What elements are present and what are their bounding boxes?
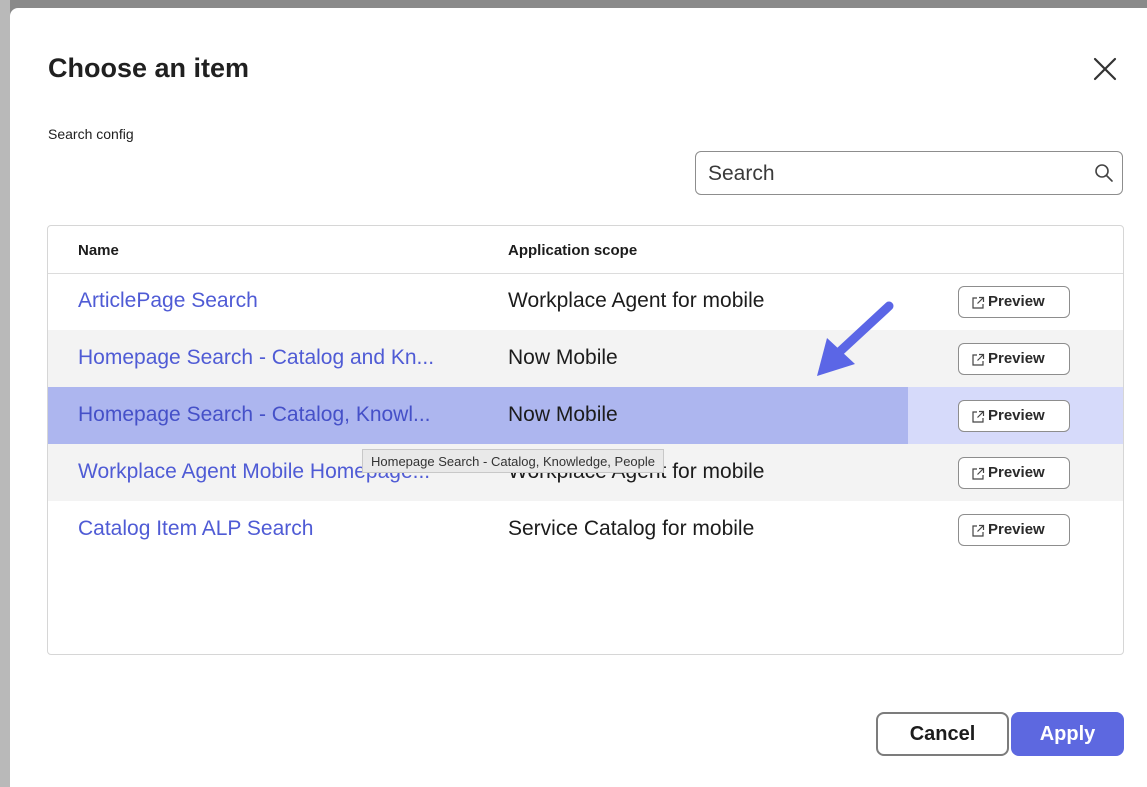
item-scope: Workplace Agent for mobile bbox=[508, 289, 765, 312]
preview-label: Preview bbox=[988, 464, 1045, 481]
items-table: Name Application scope ArticlePage Searc… bbox=[47, 225, 1124, 655]
table-row-selected[interactable]: Homepage Search - Catalog, Knowl... Now … bbox=[48, 387, 1123, 444]
column-header-application-scope: Application scope bbox=[508, 242, 638, 259]
preview-label: Preview bbox=[988, 521, 1045, 538]
cancel-button[interactable]: Cancel bbox=[876, 712, 1009, 756]
item-scope: Now Mobile bbox=[508, 403, 618, 426]
preview-label: Preview bbox=[988, 293, 1045, 310]
table-row[interactable]: ArticlePage Search Workplace Agent for m… bbox=[48, 273, 1123, 330]
preview-button[interactable]: Preview bbox=[958, 514, 1070, 546]
external-link-icon bbox=[971, 467, 985, 481]
item-name-link[interactable]: ArticlePage Search bbox=[78, 289, 478, 313]
choose-item-dialog: Choose an item Search config Name Applic… bbox=[10, 8, 1147, 787]
item-scope: Service Catalog for mobile bbox=[508, 517, 755, 540]
table-row[interactable]: Homepage Search - Catalog and Kn... Now … bbox=[48, 330, 1123, 387]
preview-button[interactable]: Preview bbox=[958, 400, 1070, 432]
preview-button[interactable]: Preview bbox=[958, 457, 1070, 489]
preview-button[interactable]: Preview bbox=[958, 343, 1070, 375]
preview-label: Preview bbox=[988, 350, 1045, 367]
item-name-link[interactable]: Homepage Search - Catalog, Knowl... bbox=[78, 403, 478, 427]
search-icon[interactable] bbox=[1094, 163, 1114, 183]
table-header: Name Application scope bbox=[48, 226, 1123, 274]
column-header-name: Name bbox=[78, 242, 119, 259]
item-name-link[interactable]: Homepage Search - Catalog and Kn... bbox=[78, 346, 478, 370]
preview-button[interactable]: Preview bbox=[958, 286, 1070, 318]
dialog-title: Choose an item bbox=[48, 53, 250, 83]
table-row[interactable]: Catalog Item ALP Search Service Catalog … bbox=[48, 501, 1123, 558]
external-link-icon bbox=[971, 296, 985, 310]
external-link-icon bbox=[971, 353, 985, 367]
item-name-link[interactable]: Catalog Item ALP Search bbox=[78, 517, 478, 541]
close-icon[interactable] bbox=[1088, 52, 1122, 86]
item-scope: Now Mobile bbox=[508, 346, 618, 369]
row-name-tooltip: Homepage Search - Catalog, Knowledge, Pe… bbox=[362, 449, 665, 473]
apply-button[interactable]: Apply bbox=[1011, 712, 1124, 756]
preview-label: Preview bbox=[988, 407, 1045, 424]
search-input[interactable] bbox=[706, 158, 1080, 190]
arrow-annotation-icon bbox=[805, 298, 897, 384]
external-link-icon bbox=[971, 524, 985, 538]
search-box[interactable] bbox=[695, 151, 1123, 195]
backdrop bbox=[0, 0, 10, 787]
search-config-label: Search config bbox=[48, 126, 134, 142]
external-link-icon bbox=[971, 410, 985, 424]
